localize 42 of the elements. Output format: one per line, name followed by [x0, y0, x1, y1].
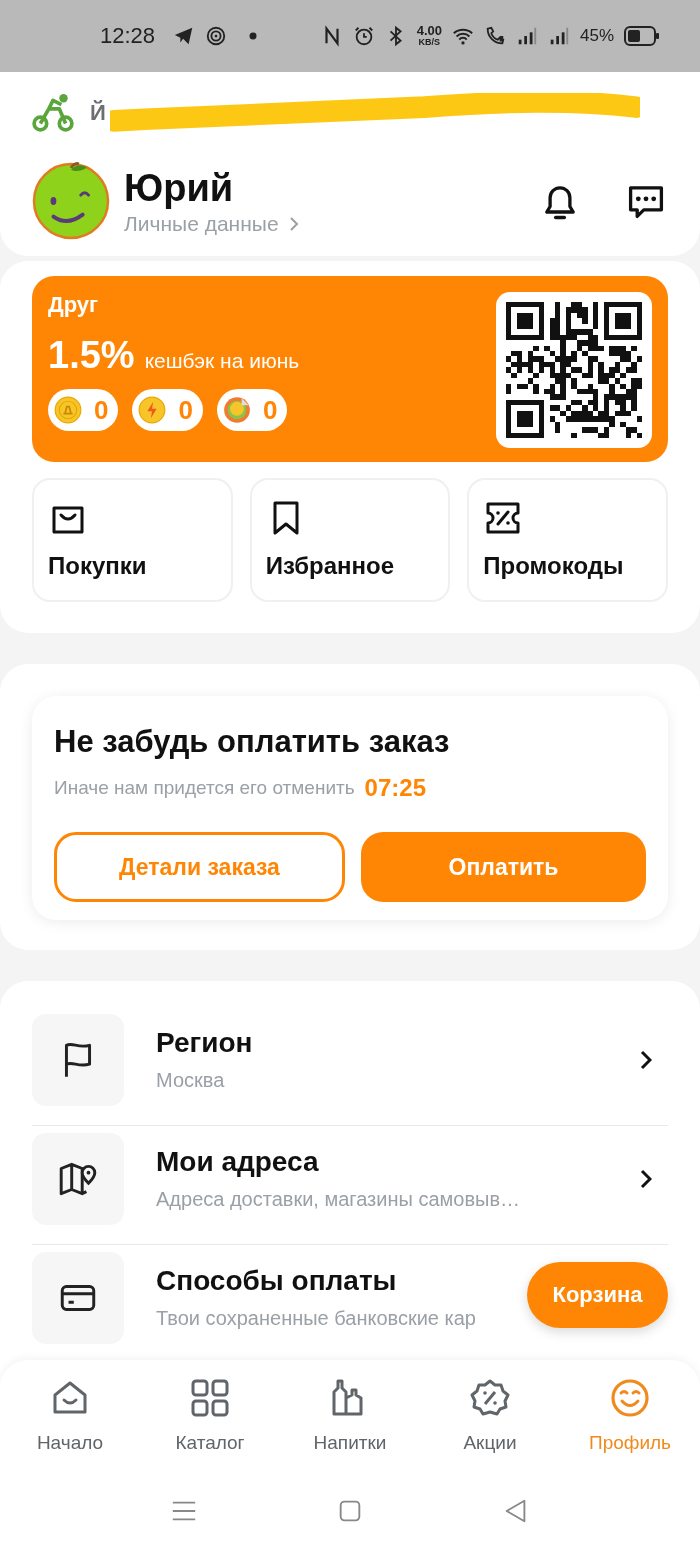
avatar[interactable]	[32, 162, 110, 240]
row-subtitle: Адреса доставки, магазины самовыв…	[156, 1188, 521, 1211]
countdown-timer: 07:25	[364, 774, 426, 802]
tab-item[interactable]: Напитки	[280, 1360, 420, 1465]
grid-icon	[190, 1378, 230, 1418]
balance-chip: 0	[48, 389, 119, 431]
status-time: 12:28	[100, 23, 156, 49]
user-name: Юрий	[124, 166, 235, 210]
tab-item[interactable]: Начало	[0, 1360, 140, 1465]
smiley-icon	[610, 1378, 650, 1418]
cashback-label: кешбэк на июнь	[144, 349, 300, 373]
discount-badge-icon	[470, 1378, 510, 1418]
banner-text[interactable]: Й	[90, 100, 106, 126]
shortcut-tile[interactable]: Избранное	[249, 478, 451, 602]
tab-item[interactable]: Акции	[420, 1360, 560, 1465]
row-title: Регион	[156, 1027, 254, 1059]
row-subtitle: Москва	[156, 1069, 226, 1092]
sticker-coin-icon	[222, 396, 251, 424]
chevron-icon[interactable]	[640, 1049, 652, 1070]
dot-icon	[249, 32, 258, 40]
balance-chip: 0	[132, 389, 203, 431]
row-subtitle: Твои сохраненные банковские кар	[156, 1307, 477, 1330]
battery-percent: 45%	[579, 26, 614, 46]
reminder-text: Иначе нам придется его отменить	[54, 777, 355, 799]
tab-item[interactable]: Каталог	[140, 1360, 280, 1465]
reminder-title: Не забудь оплатить заказ	[54, 724, 451, 760]
balance-chip: 0	[216, 389, 288, 431]
loyalty-level: Друг	[48, 292, 100, 318]
qr-code[interactable]	[496, 292, 652, 448]
shortcut-tile[interactable]: Покупки	[32, 478, 233, 602]
coin-icon	[54, 396, 82, 424]
network-speed: 4.00 KB/S	[416, 25, 442, 47]
cyclist-icon	[32, 92, 74, 134]
bolt-coin-icon	[138, 396, 167, 424]
cashback-percent: 1.5%	[48, 334, 135, 377]
alarm-icon	[352, 25, 375, 47]
chevron-icon[interactable]	[640, 1168, 652, 1189]
row-title: Мои адреса	[156, 1146, 320, 1178]
spiral-icon	[205, 25, 228, 47]
shortcut-tile[interactable]: Промокоды	[467, 478, 668, 602]
chevron-icon	[288, 215, 299, 232]
battery-icon	[624, 26, 660, 46]
